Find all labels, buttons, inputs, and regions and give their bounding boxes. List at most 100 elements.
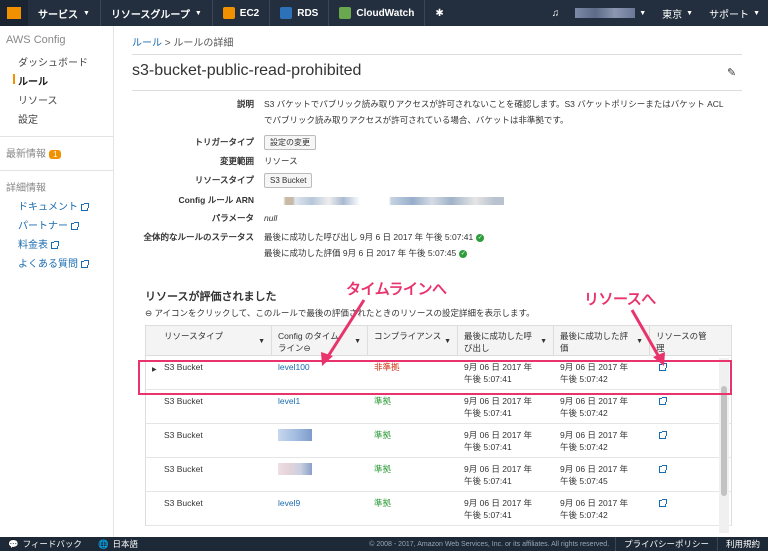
sidebar-item-rules[interactable]: ルール [0, 71, 113, 90]
col-last-invoke[interactable]: 最後に成功した呼 び出し ▼ [458, 326, 554, 355]
timeline-link[interactable]: level1 [278, 396, 300, 406]
table-row[interactable]: S3 Bucket level9 準拠 9月 06 日 2017 年午後 5:0… [145, 492, 732, 526]
eval-time: 午後 5:07:42 [560, 408, 608, 418]
rds-shortcut[interactable]: RDS [270, 0, 330, 26]
col-manage-label-2: 理 [656, 343, 665, 353]
compliance-status: 準拠 [374, 430, 392, 440]
sidebar-link-docs[interactable]: ドキュメント [0, 196, 113, 215]
detail-arn: Config ルール ARN [132, 192, 732, 208]
col-resource-type-label: リソースタイプ [164, 331, 224, 341]
table-row[interactable]: S3 Bucket 準拠 9月 06 日 2017 年午後 5:07:41 9月… [145, 458, 732, 492]
sidebar-divider [0, 170, 113, 171]
invoke-time: 午後 5:07:41 [464, 442, 512, 452]
sidebar-item-settings[interactable]: 設定 [0, 109, 113, 128]
status-eval-text: 最後に成功した評価 9月 6 日 2017 年 午後 5:07:45 [264, 248, 457, 258]
sort-icon: ▼ [258, 338, 265, 345]
services-menu[interactable]: サービス ▼ [28, 0, 101, 26]
rds-label: RDS [297, 7, 319, 19]
sidebar-link-pricing[interactable]: 料金表 [0, 234, 113, 253]
eval-date: 9月 06 日 2017 年 [560, 396, 629, 406]
sidebar: AWS Config ダッシュボード ルール リソース 設定 最新情報 1 詳細情… [0, 26, 114, 537]
col-resource-type[interactable]: リソースタイプ ▼ [146, 326, 272, 355]
breadcrumb-rules-link[interactable]: ルール [132, 38, 162, 49]
cloudwatch-shortcut[interactable]: CloudWatch [329, 0, 426, 26]
external-link-icon [81, 202, 89, 211]
resources-note-text: アイコンをクリックして、このルールで最後の評価されたときのリソースの設定詳細を表… [152, 308, 535, 318]
col-last-eval[interactable]: 最後に成功した評価 ▼ [554, 326, 650, 355]
eval-time: 午後 5:07:42 [560, 510, 608, 520]
table-row[interactable]: S3 Bucket level1 準拠 9月 06 日 2017 年午後 5:0… [145, 390, 732, 424]
privacy-link[interactable]: プライバシーポリシー [616, 538, 717, 550]
sidebar-item-resources[interactable]: リソース [0, 90, 113, 109]
support-menu[interactable]: サポート ▼ [701, 0, 768, 26]
external-link-icon[interactable] [659, 465, 667, 474]
feedback-button[interactable]: 💬 フィードバック [0, 538, 90, 550]
timeline-link-redacted[interactable] [278, 429, 312, 441]
sort-icon: ▼ [540, 338, 547, 345]
sidebar-link-faq[interactable]: よくある質問 [0, 253, 113, 272]
eval-time: 午後 5:07:42 [560, 442, 608, 452]
language-label: 日本語 [112, 539, 139, 549]
row-resource-type: S3 Bucket [164, 396, 203, 406]
resource-type-button[interactable]: S3 Bucket [264, 173, 313, 188]
description-line-2: でパブリック読み取りアクセスが許可されている場合、バケットは非準拠です。 [264, 115, 569, 125]
table-row[interactable]: S3 Bucket 準拠 9月 06 日 2017 年午後 5:07:41 9月… [145, 424, 732, 458]
bell-icon: ♫ [551, 7, 560, 19]
trigger-type-button[interactable]: 設定の変更 [264, 135, 316, 150]
status-invoke-text: 最後に成功した呼び出し 9月 6 日 2017 年 午後 5:07:41 [264, 232, 474, 242]
cloudwatch-icon [339, 7, 352, 19]
pin-shortcut[interactable]: ✱ [425, 0, 453, 26]
scrollbar-thumb[interactable] [721, 386, 727, 496]
col-manage-label-1: リソースの管 [656, 331, 707, 341]
external-link-icon [51, 240, 59, 249]
breadcrumb-separator: > [162, 38, 174, 49]
top-nav: サービス ▼ リソースグループ ▼ EC2 RDS CloudWatch ✱ ♫ ▼… [0, 0, 768, 26]
footer: 💬 フィードバック 🌐 日本語 © 2008 - 2017, Amazon Web … [0, 537, 768, 551]
notifications-bell[interactable]: ♫ [544, 0, 568, 26]
compliance-status: 準拠 [374, 396, 392, 406]
col-timeline[interactable]: Config のタイム ライン⊖ ▼ [272, 326, 368, 355]
sidebar-item-dashboard[interactable]: ダッシュボード [0, 52, 113, 71]
external-link-icon[interactable] [659, 431, 667, 440]
edit-pencil-icon[interactable]: ✎ [727, 66, 736, 79]
aws-cube-icon [7, 7, 21, 19]
sidebar-item-latest-info[interactable]: 最新情報 1 [0, 143, 113, 162]
eval-date: 9月 06 日 2017 年 [560, 498, 629, 508]
account-menu[interactable]: ▼ [567, 0, 654, 26]
description-label: 説明 [236, 99, 254, 109]
timeline-link-redacted[interactable] [278, 463, 312, 475]
ec2-shortcut[interactable]: EC2 [213, 0, 271, 26]
pin-icon: ✱ [435, 7, 444, 19]
external-link-icon[interactable] [659, 499, 667, 508]
support-label: サポート [709, 9, 750, 21]
resource-groups-menu[interactable]: リソースグループ ▼ [101, 0, 213, 26]
invoke-date: 9月 06 日 2017 年 [464, 430, 533, 440]
parameters-value: null [264, 213, 278, 223]
divider [132, 54, 742, 55]
page-title: s3-bucket-public-read-prohibited [132, 62, 362, 79]
region-menu[interactable]: 東京 ▼ [654, 0, 701, 26]
invoke-date: 9月 06 日 2017 年 [464, 498, 533, 508]
chevron-down-icon: ▼ [83, 9, 90, 17]
ec2-label: EC2 [239, 7, 260, 19]
col-compliance[interactable]: コンプライアンス ▼ [368, 326, 458, 355]
docs-label: ドキュメント [18, 202, 78, 213]
faq-label: よくある質問 [18, 259, 78, 270]
details-section-title: 詳細情報 [6, 183, 46, 194]
detail-parameters: パラメータ null [132, 210, 732, 226]
ec2-icon [222, 7, 235, 19]
detail-status: 全体的なルールのステータス 最後に成功した呼び出し 9月 6 日 2017 年 … [132, 229, 732, 261]
eval-date: 9月 06 日 2017 年 [560, 464, 629, 474]
aws-logo[interactable] [0, 0, 28, 26]
timeline-link[interactable]: level9 [278, 498, 300, 508]
check-circle-icon: ✓ [476, 233, 485, 242]
invoke-time: 午後 5:07:41 [464, 476, 512, 486]
cloudwatch-label: CloudWatch [356, 7, 415, 19]
breadcrumb: ルール > ルールの詳細 [132, 34, 233, 49]
language-selector[interactable]: 🌐 日本語 [90, 538, 146, 550]
resources-note: ⊖ アイコンをクリックして、このルールで最後の評価されたときのリソースの設定詳細… [145, 307, 535, 319]
terms-link[interactable]: 利用規約 [718, 538, 768, 550]
check-circle-icon: ✓ [459, 249, 468, 258]
sidebar-link-partners[interactable]: パートナー [0, 215, 113, 234]
external-link-icon[interactable] [659, 397, 667, 406]
